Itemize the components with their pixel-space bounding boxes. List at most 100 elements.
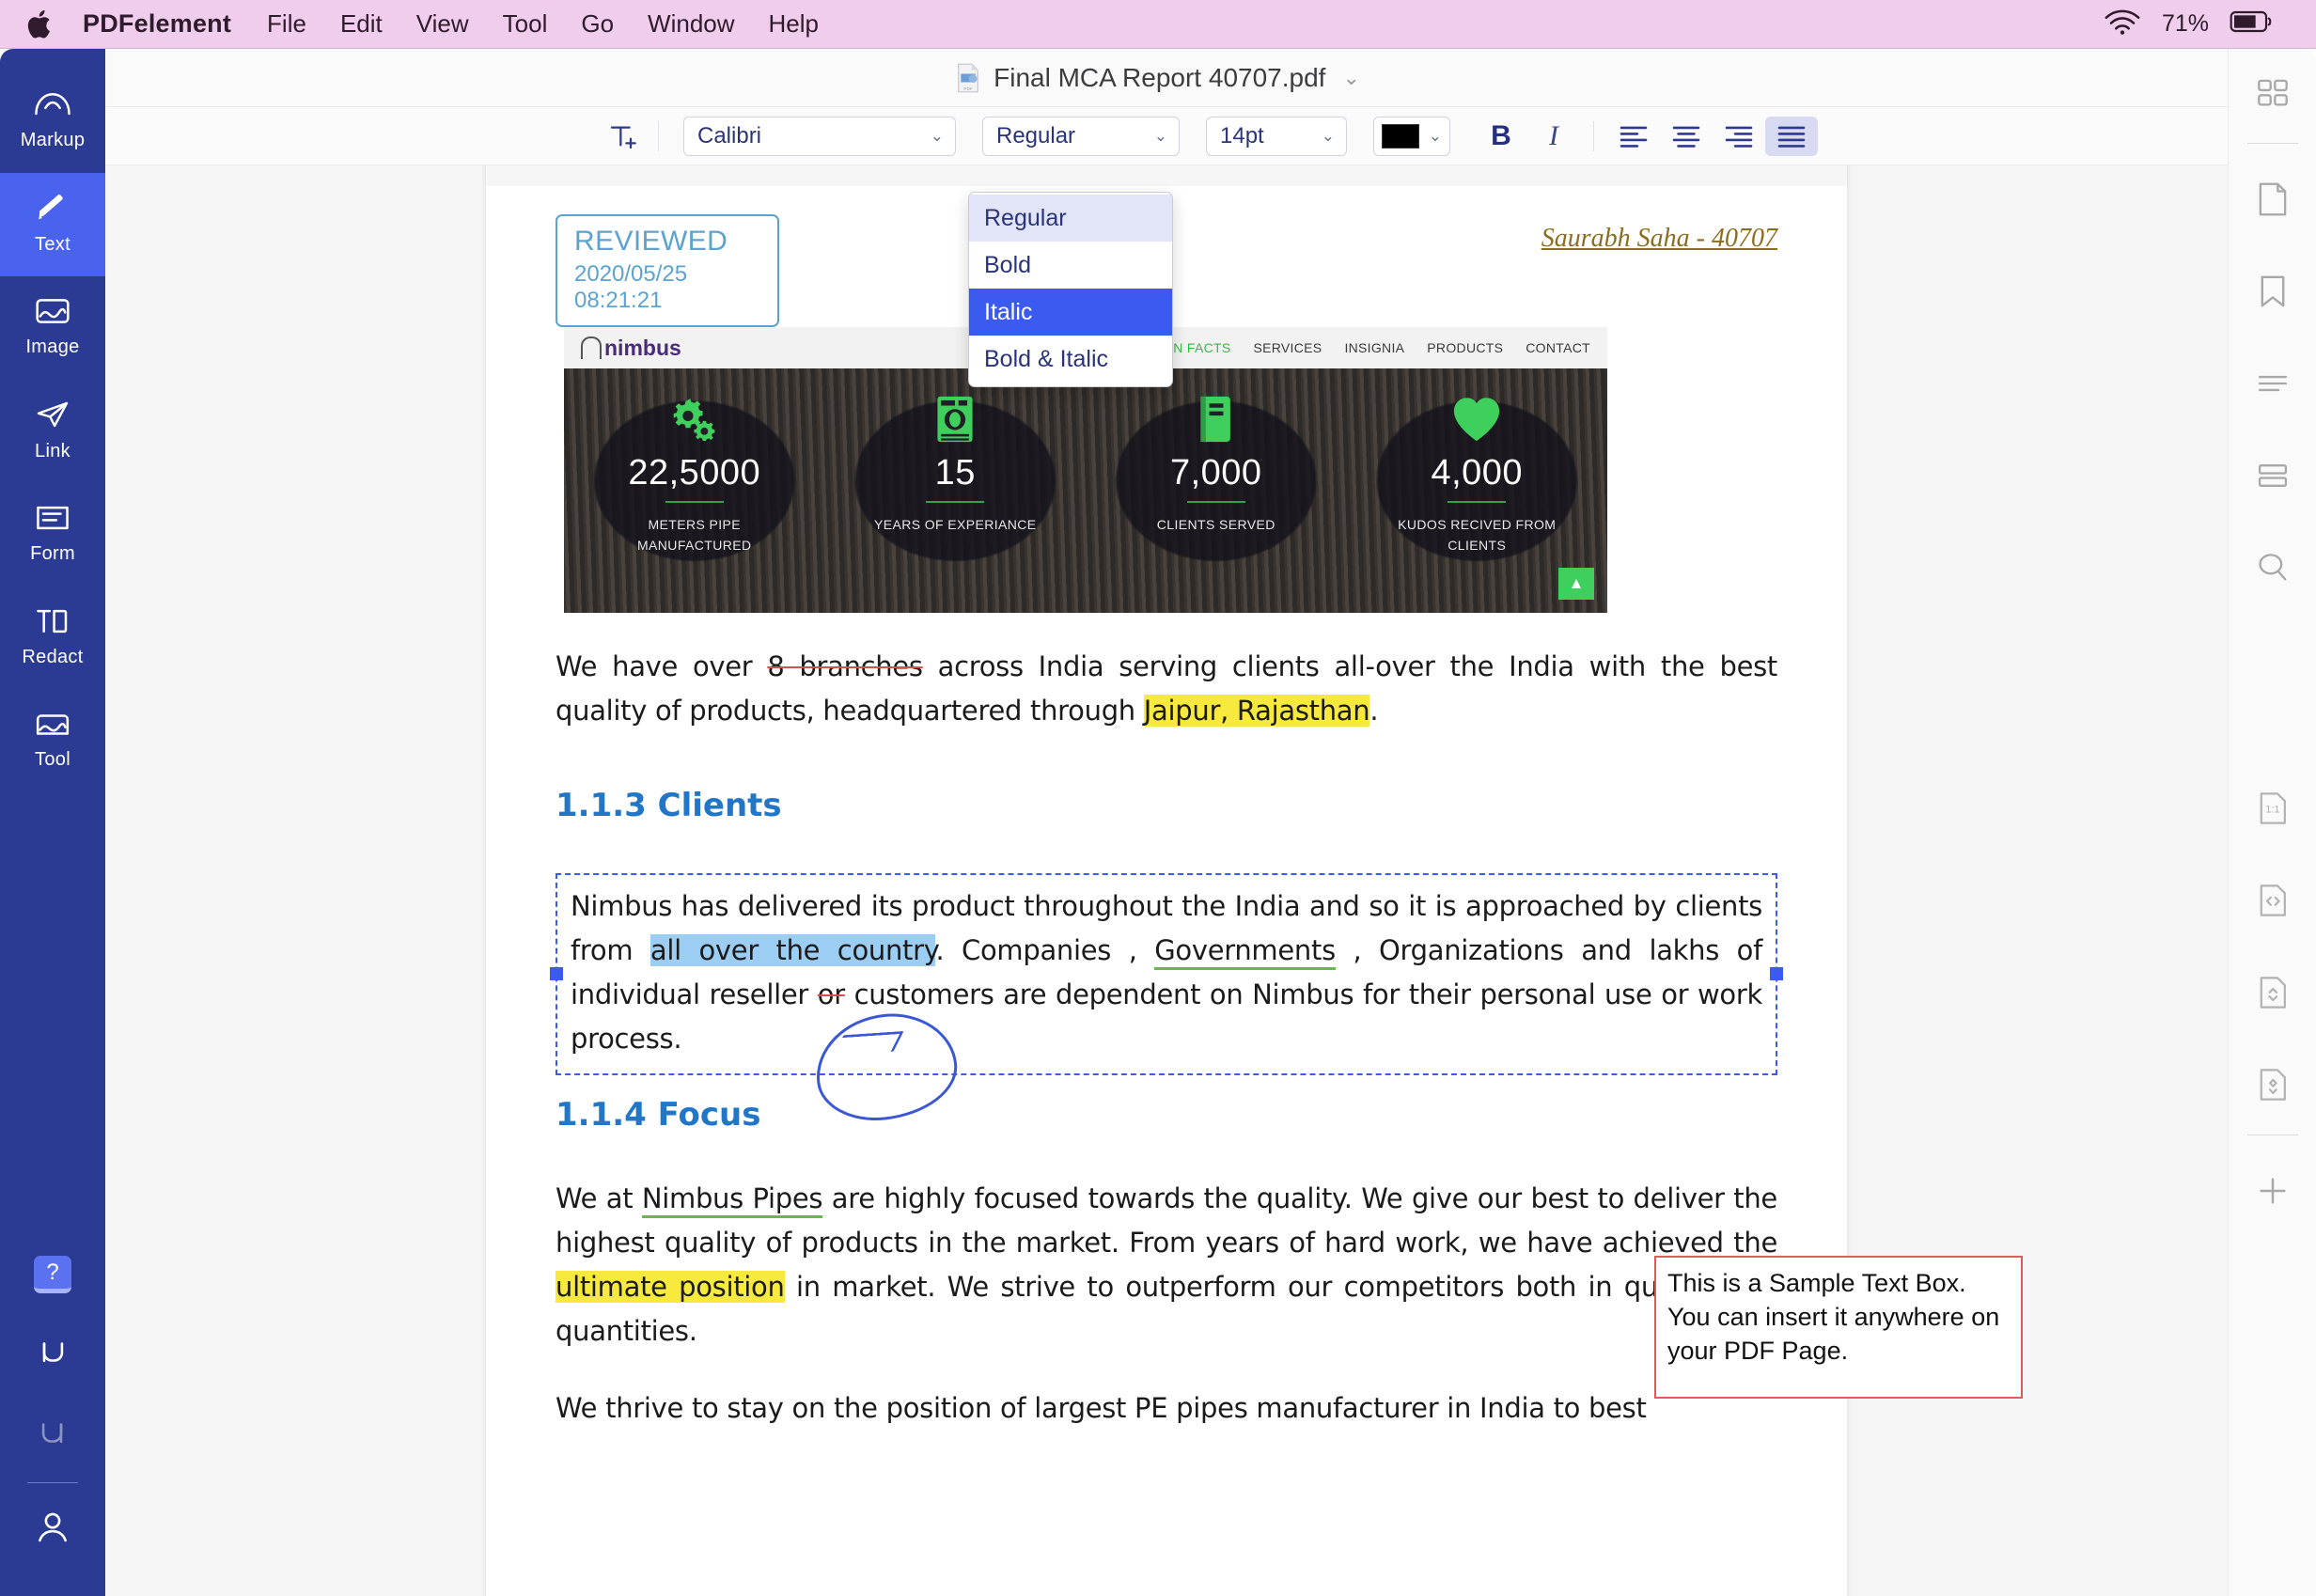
menu-item-file[interactable]: File bbox=[267, 9, 306, 39]
font-style-value: Regular bbox=[996, 122, 1076, 149]
search-button[interactable] bbox=[2229, 524, 2316, 616]
menu-item-tool[interactable]: Tool bbox=[503, 9, 548, 39]
stat-item: 15 YEARS OF EXPERIANCE bbox=[825, 368, 1087, 613]
sidebar-item-form[interactable]: Form bbox=[0, 483, 105, 587]
font-style-dropdown[interactable]: Regular Bold Italic Bold & Italic bbox=[968, 192, 1173, 387]
stat-item: 22,5000 METERS PIPE MANUFACTURED bbox=[564, 368, 825, 613]
font-color-select[interactable]: ⌄ bbox=[1373, 116, 1450, 156]
font-family-select[interactable]: Calibri ⌄ bbox=[683, 116, 956, 156]
dropdown-option-italic[interactable]: Italic bbox=[969, 289, 1172, 336]
menu-item-window[interactable]: Window bbox=[648, 9, 734, 39]
fit-height-button[interactable] bbox=[2229, 948, 2316, 1041]
green-underlined-text: Nimbus Pipes bbox=[641, 1181, 823, 1218]
font-style-select[interactable]: Regular ⌄ bbox=[982, 116, 1180, 156]
two-page-layout-button[interactable] bbox=[2229, 431, 2316, 524]
sidebar-item-redact[interactable]: Redact bbox=[0, 587, 105, 690]
menu-item-view[interactable]: View bbox=[416, 9, 469, 39]
left-toolbar: Markup Text Image Link Form Redact Tool … bbox=[0, 49, 105, 1596]
sidebar-item-link[interactable]: Link bbox=[0, 380, 105, 483]
panel-grid-button[interactable] bbox=[2229, 49, 2316, 141]
resize-handle-right[interactable] bbox=[1770, 967, 1783, 981]
add-text-icon[interactable] bbox=[602, 117, 645, 156]
bookmark-button[interactable] bbox=[2229, 247, 2316, 339]
fit-page-button[interactable] bbox=[2229, 1041, 2316, 1133]
last-paragraph[interactable]: We thrive to stay on the position of lar… bbox=[556, 1386, 1777, 1431]
color-swatch bbox=[1382, 123, 1419, 149]
author-note[interactable]: Saurabh Saha - 40707 bbox=[1541, 224, 1777, 254]
fit-page-icon bbox=[2258, 1068, 2288, 1106]
form-icon bbox=[35, 505, 70, 536]
stamp-title: REVIEWED bbox=[574, 226, 728, 257]
stat-caption: YEARS OF EXPERIANCE bbox=[873, 517, 1037, 532]
reviewed-stamp[interactable]: REVIEWED 2020/05/25 08:21:21 bbox=[556, 214, 779, 327]
undo-button[interactable] bbox=[0, 1315, 105, 1396]
wifi-icon[interactable] bbox=[2104, 8, 2141, 40]
stat-rule bbox=[926, 501, 985, 503]
green-underlined-text: Governments bbox=[1154, 933, 1336, 970]
menubar-status-area: 71% bbox=[2104, 8, 2292, 40]
document-title-group[interactable]: PDF Final MCA Report 40707.pdf ⌄ bbox=[956, 63, 1360, 93]
dropdown-option-bold[interactable]: Bold bbox=[969, 242, 1172, 289]
stat-rule bbox=[1448, 501, 1507, 503]
help-button[interactable]: ? bbox=[0, 1234, 105, 1315]
bookmark-icon bbox=[2258, 274, 2288, 313]
right-toolbar: 1:1 bbox=[2228, 49, 2316, 1596]
align-justify-icon[interactable] bbox=[1765, 116, 1818, 156]
focus-paragraph[interactable]: We at Nimbus Pipes are highly focused to… bbox=[556, 1177, 1777, 1354]
tool-icon bbox=[35, 712, 70, 742]
camera-icon bbox=[933, 391, 977, 447]
align-left-icon[interactable] bbox=[1607, 117, 1660, 156]
fit-width-button[interactable] bbox=[2229, 856, 2316, 948]
resize-handle-left[interactable] bbox=[550, 967, 563, 981]
sidebar-item-text[interactable]: Text bbox=[0, 173, 105, 276]
menu-item-help[interactable]: Help bbox=[769, 9, 819, 39]
app-root: PDFelement File Edit View Tool Go Window… bbox=[0, 0, 2316, 1596]
align-center-icon[interactable] bbox=[1660, 117, 1713, 156]
nav-link-services: SERVICES bbox=[1253, 340, 1322, 355]
redo-button[interactable] bbox=[0, 1396, 105, 1477]
sidebar-item-image[interactable]: Image bbox=[0, 276, 105, 380]
search-icon bbox=[2257, 552, 2289, 588]
stat-value: 15 bbox=[934, 453, 976, 493]
menu-app-name[interactable]: PDFelement bbox=[83, 9, 231, 39]
pdf-file-icon: PDF bbox=[956, 63, 980, 93]
align-right-icon[interactable] bbox=[1713, 117, 1765, 156]
sample-text-box-annotation[interactable]: This is a Sample Text Box. You can inser… bbox=[1654, 1256, 2023, 1399]
chevron-down-icon: ⌄ bbox=[1428, 126, 1442, 145]
bold-button[interactable]: B bbox=[1475, 120, 1527, 152]
svg-text:1:1: 1:1 bbox=[2265, 804, 2279, 815]
stat-caption: METERS PIPE MANUFACTURED bbox=[637, 517, 752, 554]
battery-percentage: 71% bbox=[2161, 10, 2209, 37]
font-size-value: 14pt bbox=[1220, 122, 1264, 149]
sidebar-divider bbox=[27, 1482, 78, 1483]
link-paperplane-icon bbox=[35, 400, 70, 433]
dropdown-option-bold-italic[interactable]: Bold & Italic bbox=[969, 336, 1172, 383]
menu-item-go[interactable]: Go bbox=[581, 9, 614, 39]
dropdown-option-regular[interactable]: Regular bbox=[969, 195, 1172, 242]
intro-paragraph[interactable]: We have over 8 branches across India ser… bbox=[556, 645, 1777, 734]
account-button[interactable] bbox=[0, 1489, 105, 1570]
sidebar-item-tool[interactable]: Tool bbox=[0, 690, 105, 793]
text-pencil-icon bbox=[35, 194, 70, 227]
page-thumbnail-button[interactable] bbox=[2229, 155, 2316, 247]
toolbar-divider bbox=[1593, 120, 1594, 151]
battery-icon[interactable] bbox=[2230, 10, 2273, 38]
stat-value: 7,000 bbox=[1169, 453, 1262, 493]
menu-item-edit[interactable]: Edit bbox=[340, 9, 383, 39]
selected-text-block[interactable]: Nimbus has delivered its product through… bbox=[550, 872, 1783, 1127]
zoom-in-button[interactable] bbox=[2229, 1147, 2316, 1239]
actual-size-button[interactable]: 1:1 bbox=[2229, 764, 2316, 856]
sidebar-item-markup[interactable]: Markup bbox=[0, 70, 105, 173]
stat-value: 4,000 bbox=[1431, 453, 1524, 493]
right-toolbar-divider bbox=[2246, 1134, 2298, 1135]
chevron-down-icon: ⌄ bbox=[930, 126, 944, 145]
outline-list-button[interactable] bbox=[2229, 339, 2316, 431]
right-toolbar-divider bbox=[2246, 143, 2298, 144]
chevron-down-icon[interactable]: ⌄ bbox=[1342, 66, 1359, 90]
italic-button[interactable]: I bbox=[1527, 120, 1580, 152]
page-title: Final MCA Report 40707.pdf bbox=[994, 62, 1326, 92]
stat-caption: KUDOS RECIVED FROM CLIENTS bbox=[1398, 517, 1557, 554]
apple-logo-icon[interactable] bbox=[24, 7, 56, 42]
font-size-select[interactable]: 14pt ⌄ bbox=[1206, 116, 1347, 156]
nav-link-insignia: INSIGNIA bbox=[1344, 340, 1405, 355]
